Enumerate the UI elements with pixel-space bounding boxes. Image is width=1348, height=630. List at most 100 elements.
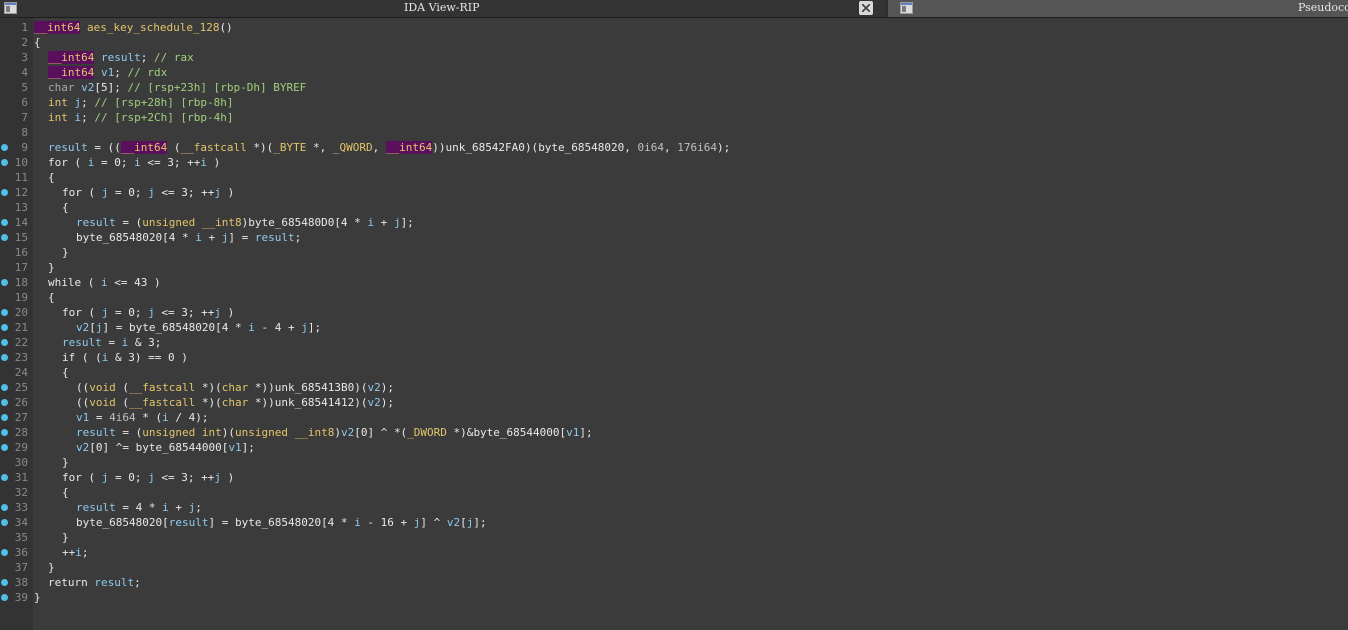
code-line[interactable]: 36 ++i; [0,545,1348,560]
code-token[interactable]: byte_68548020 [76,231,162,244]
code-line[interactable]: 13 { [0,200,1348,215]
code-token[interactable]: j [148,186,155,199]
code-text[interactable]: v2[0] ^= byte_68544000[v1]; [76,440,255,455]
code-text[interactable]: } [62,245,69,260]
code-token[interactable]: result [62,336,102,349]
code-line[interactable]: 7 int i; // [rsp+2Ch] [rbp-4h] [0,110,1348,125]
code-text[interactable]: result = (unsigned int)(unsigned __int8)… [76,425,593,440]
code-text[interactable]: __int64 aes_key_schedule_128() [34,20,233,35]
breakpoint-dot-icon[interactable] [1,354,8,361]
code-line[interactable]: 26 ((void (__fastcall *)(char *))unk_6854… [0,395,1348,410]
code-text[interactable]: } [48,260,55,275]
code-line[interactable]: 16} [0,245,1348,260]
breakpoint-dot-icon[interactable] [1,324,8,331]
code-text[interactable]: ++i; [62,545,89,560]
code-token[interactable]: v2 [76,441,89,454]
breakpoint-dot-icon[interactable] [1,234,8,241]
breakpoint-dot-icon[interactable] [1,519,8,526]
code-line[interactable]: 12 for ( j = 0; j <= 3; ++j ) [0,185,1348,200]
code-token[interactable]: v1 [228,441,241,454]
code-line[interactable]: 4 __int64 v1; // rdx [0,65,1348,80]
code-token[interactable]: v2 [81,81,94,94]
code-token[interactable]: v1 [76,411,89,424]
breakpoint-dot-icon[interactable] [1,444,8,451]
breakpoint-dot-icon[interactable] [1,144,8,151]
code-token[interactable]: aes_key_schedule_128 [87,21,219,34]
code-token[interactable]: j [214,186,221,199]
breakpoint-dot-icon[interactable] [1,309,8,316]
code-token[interactable]: j [214,306,221,319]
code-token[interactable]: v2 [76,321,89,334]
breakpoint-dot-icon[interactable] [1,219,8,226]
code-token[interactable]: unk_68542FA0 [445,141,524,154]
code-text[interactable]: for ( j = 0; j <= 3; ++j ) [62,185,234,200]
code-text[interactable]: int i; // [rsp+2Ch] [rbp-4h] [48,110,233,125]
breakpoint-dot-icon[interactable] [1,504,8,511]
code-token[interactable]: i [354,516,361,529]
breakpoint-dot-icon[interactable] [1,549,8,556]
code-token[interactable]: byte_68544000 [473,426,559,439]
code-line[interactable]: 14 result = (unsigned __int8)byte_685480D… [0,215,1348,230]
code-text[interactable]: } [62,455,69,470]
code-line[interactable]: 1 __int64 aes_key_schedule_128() [0,20,1348,35]
code-token[interactable]: j [301,321,308,334]
code-line[interactable]: 21 v2[j] = byte_68548020[4 * i - 4 + j]; [0,320,1348,335]
code-text[interactable]: v2[j] = byte_68548020[4 * i - 4 + j]; [76,320,321,335]
code-token[interactable]: result [94,576,134,589]
code-token[interactable]: v2 [341,426,354,439]
code-token[interactable]: v2 [447,516,460,529]
code-line[interactable]: 20 for ( j = 0; j <= 3; ++j ) [0,305,1348,320]
code-text[interactable]: } [34,590,41,605]
code-token[interactable]: i [248,321,255,334]
code-token[interactable]: result [101,51,141,64]
code-token[interactable]: byte_68548020 [129,321,215,334]
code-line[interactable]: 6 int j; // [rsp+28h] [rbp-8h] [0,95,1348,110]
code-token[interactable]: result [48,141,88,154]
code-token[interactable]: i [75,546,82,559]
code-line[interactable]: 31 for ( j = 0; j <= 3; ++j ) [0,470,1348,485]
code-token[interactable]: j [394,216,401,229]
code-token[interactable]: i [162,501,169,514]
code-text[interactable]: result = ((__int64 (__fastcall *)(_BYTE … [48,140,730,155]
code-text[interactable]: ((void (__fastcall *)(char *))unk_685413… [76,380,394,395]
code-line[interactable]: 33 result = 4 * i + j; [0,500,1348,515]
code-line[interactable]: 10 for ( i = 0; i <= 3; ++i ) [0,155,1348,170]
code-token[interactable]: j [148,471,155,484]
code-token[interactable]: byte_68548020 [538,141,624,154]
code-line[interactable]: 29 v2[0] ^= byte_68544000[v1]; [0,440,1348,455]
breakpoint-dot-icon[interactable] [1,189,8,196]
code-text[interactable]: for ( j = 0; j <= 3; ++j ) [62,305,234,320]
code-token[interactable]: j [214,471,221,484]
code-token[interactable]: byte_68548020 [235,516,321,529]
code-text[interactable]: char v2[5]; // [rsp+23h] [rbp-Dh] BYREF [48,80,306,95]
code-line[interactable]: 27 v1 = 4i64 * (i / 4); [0,410,1348,425]
code-line[interactable]: 3 __int64 result; // rax [0,50,1348,65]
code-line[interactable]: 22 result = i & 3; [0,335,1348,350]
code-line[interactable]: 25 ((void (__fastcall *)(char *))unk_6854… [0,380,1348,395]
code-text[interactable]: for ( i = 0; i <= 3; ++i ) [48,155,220,170]
breakpoint-dot-icon[interactable] [1,414,8,421]
code-line[interactable]: 2{ [0,35,1348,50]
code-text[interactable]: result = i & 3; [62,335,161,350]
code-token[interactable]: byte_68548020 [76,516,162,529]
code-text[interactable]: __int64 result; // rax [48,50,194,65]
code-text[interactable]: for ( j = 0; j <= 3; ++j ) [62,470,234,485]
code-text[interactable]: } [48,560,55,575]
code-line[interactable]: 35} [0,530,1348,545]
code-text[interactable]: return result; [48,575,141,590]
code-text[interactable]: v1 = 4i64 * (i / 4); [76,410,209,425]
code-line[interactable]: 8 [0,125,1348,140]
code-text[interactable]: { [62,485,69,500]
code-token[interactable]: i [162,411,169,424]
code-token[interactable]: j [96,321,103,334]
code-token[interactable]: v1 [101,66,114,79]
code-token[interactable]: byte_685480D0 [248,216,334,229]
code-text[interactable]: byte_68548020[result] = byte_68548020[4 … [76,515,487,530]
code-text[interactable]: { [62,200,69,215]
code-line[interactable]: 28 result = (unsigned int)(unsigned __int… [0,425,1348,440]
code-token[interactable]: unk_685413B0 [275,381,354,394]
code-text[interactable]: { [34,35,41,50]
code-line[interactable]: 17} [0,260,1348,275]
code-text[interactable]: result = (unsigned __int8)byte_685480D0[… [76,215,414,230]
code-token[interactable]: result [76,501,116,514]
